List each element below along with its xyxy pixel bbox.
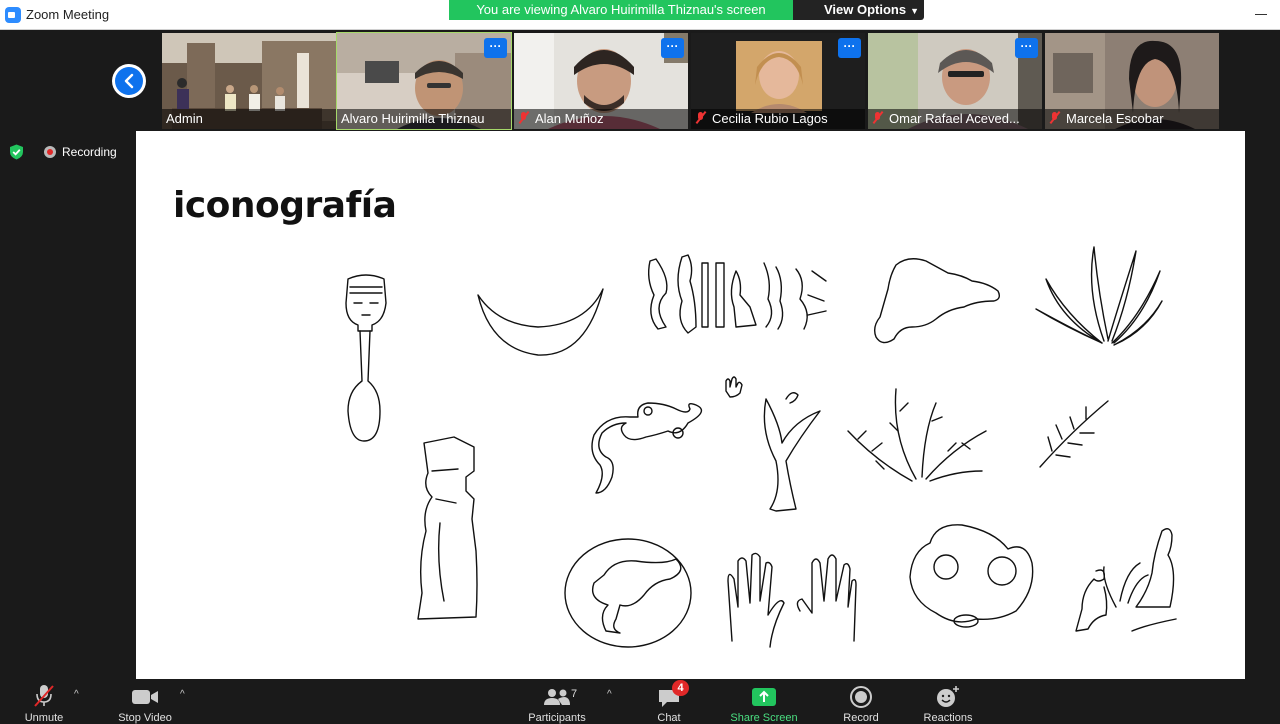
minimize-icon[interactable] xyxy=(1254,7,1268,21)
zoom-icon xyxy=(5,7,21,23)
participant-name-bar: Marcela Escobar xyxy=(1045,109,1219,129)
unmute-label: Unmute xyxy=(24,712,64,724)
gallery-previous-button[interactable] xyxy=(112,64,146,98)
participant-name-bar: Cecilia Rubio Lagos xyxy=(691,109,865,129)
hand-cursor-drawing xyxy=(725,376,743,398)
participant-name: Admin xyxy=(166,111,203,126)
more-options-button[interactable]: ··· xyxy=(838,38,861,58)
moai-statue-drawing xyxy=(417,436,478,620)
smiley-plus-icon xyxy=(937,686,959,707)
view-options-label: View Options xyxy=(824,2,907,17)
recording-indicator[interactable]: Recording xyxy=(44,145,117,159)
record-icon xyxy=(850,686,872,708)
participant-name: Alan Muñoz xyxy=(535,111,604,126)
record-label: Record xyxy=(843,712,879,724)
unmute-button[interactable]: Unmute xyxy=(18,680,70,724)
participants-options-caret[interactable]: ^ xyxy=(607,689,612,700)
more-options-button[interactable]: ··· xyxy=(484,38,507,58)
carved-spoon-drawing xyxy=(345,274,387,442)
participant-tile[interactable]: ··· Omar Rafael Aceved... xyxy=(868,33,1042,129)
face-outline-drawing xyxy=(909,524,1034,628)
birdman-drawing xyxy=(591,402,703,494)
meeting-toolbar: Unmute ^ Stop Video ^ 7 Participants ^ 4… xyxy=(0,680,1280,724)
chat-label: Chat xyxy=(657,712,681,724)
participant-name-bar: Alvaro Huirimilla Thiznau xyxy=(337,109,511,129)
participant-tile-active-speaker[interactable]: ··· Alvaro Huirimilla Thiznau xyxy=(336,32,512,130)
participants-label: Participants xyxy=(528,712,586,724)
hands-drawing xyxy=(727,552,857,648)
record-dot-icon xyxy=(44,146,56,158)
glyph-row-drawing xyxy=(647,254,827,334)
chat-unread-badge: 4 xyxy=(672,680,689,696)
viewing-banner: You are viewing Alvaro Huirimilla Thizna… xyxy=(449,0,793,20)
window-title: Zoom Meeting xyxy=(26,7,110,22)
participants-icon xyxy=(544,689,570,705)
share-screen-label: Share Screen xyxy=(730,712,798,724)
participant-name: Marcela Escobar xyxy=(1066,111,1164,126)
recording-label: Recording xyxy=(62,145,117,159)
participant-tile[interactable]: Admin xyxy=(162,33,336,129)
more-options-button[interactable]: ··· xyxy=(1015,38,1038,58)
shared-screen: iconografía xyxy=(136,131,1245,679)
fetus-oval-drawing xyxy=(564,538,692,648)
agave-plant-drawing xyxy=(1035,246,1163,346)
small-fern-drawing xyxy=(1039,400,1109,468)
audio-options-caret[interactable]: ^ xyxy=(74,689,79,700)
view-options-button[interactable]: View Options ▼ xyxy=(793,0,924,20)
microphone-muted-icon xyxy=(34,685,54,707)
reactions-label: Reactions xyxy=(923,712,973,724)
crescent-drawing xyxy=(477,288,604,356)
fern-bush-drawing xyxy=(847,388,987,482)
reactions-button[interactable]: Reactions xyxy=(922,680,974,724)
participant-tile[interactable]: Marcela Escobar xyxy=(1045,33,1219,129)
microphone-muted-icon xyxy=(695,112,707,124)
shield-check-icon[interactable] xyxy=(9,144,24,160)
participant-name: Omar Rafael Aceved... xyxy=(889,111,1020,126)
record-button[interactable]: Record xyxy=(838,680,884,724)
share-screen-icon xyxy=(752,688,776,706)
sprout-tree-drawing xyxy=(763,392,821,512)
share-screen-button[interactable]: Share Screen xyxy=(726,680,802,724)
stop-video-label: Stop Video xyxy=(118,712,172,724)
figures-drawing xyxy=(1075,528,1177,632)
chat-button[interactable]: 4 Chat xyxy=(654,680,689,724)
more-options-button[interactable]: ··· xyxy=(661,38,684,58)
stop-video-button[interactable]: Stop Video xyxy=(114,680,176,724)
island-outline-drawing xyxy=(873,258,1001,344)
video-camera-icon xyxy=(132,690,158,704)
chevron-left-icon xyxy=(124,73,134,89)
video-options-caret[interactable]: ^ xyxy=(180,689,185,700)
iconography-drawings xyxy=(345,246,1177,648)
microphone-muted-icon xyxy=(518,112,530,124)
microphone-muted-icon xyxy=(872,112,884,124)
participant-name-bar: Alan Muñoz xyxy=(514,109,688,129)
participant-name-bar: Admin xyxy=(162,109,336,129)
participant-name-bar: Omar Rafael Aceved... xyxy=(868,109,1042,129)
participant-tile[interactable]: ··· Alan Muñoz xyxy=(514,33,688,129)
participant-name: Cecilia Rubio Lagos xyxy=(712,111,828,126)
participants-button[interactable]: 7 Participants xyxy=(522,680,592,724)
participant-name: Alvaro Huirimilla Thiznau xyxy=(341,111,485,126)
participant-tile[interactable]: ··· Cecilia Rubio Lagos xyxy=(691,33,865,129)
participants-count: 7 xyxy=(571,688,578,700)
microphone-muted-icon xyxy=(1049,112,1061,124)
chevron-down-icon: ▼ xyxy=(910,6,920,16)
